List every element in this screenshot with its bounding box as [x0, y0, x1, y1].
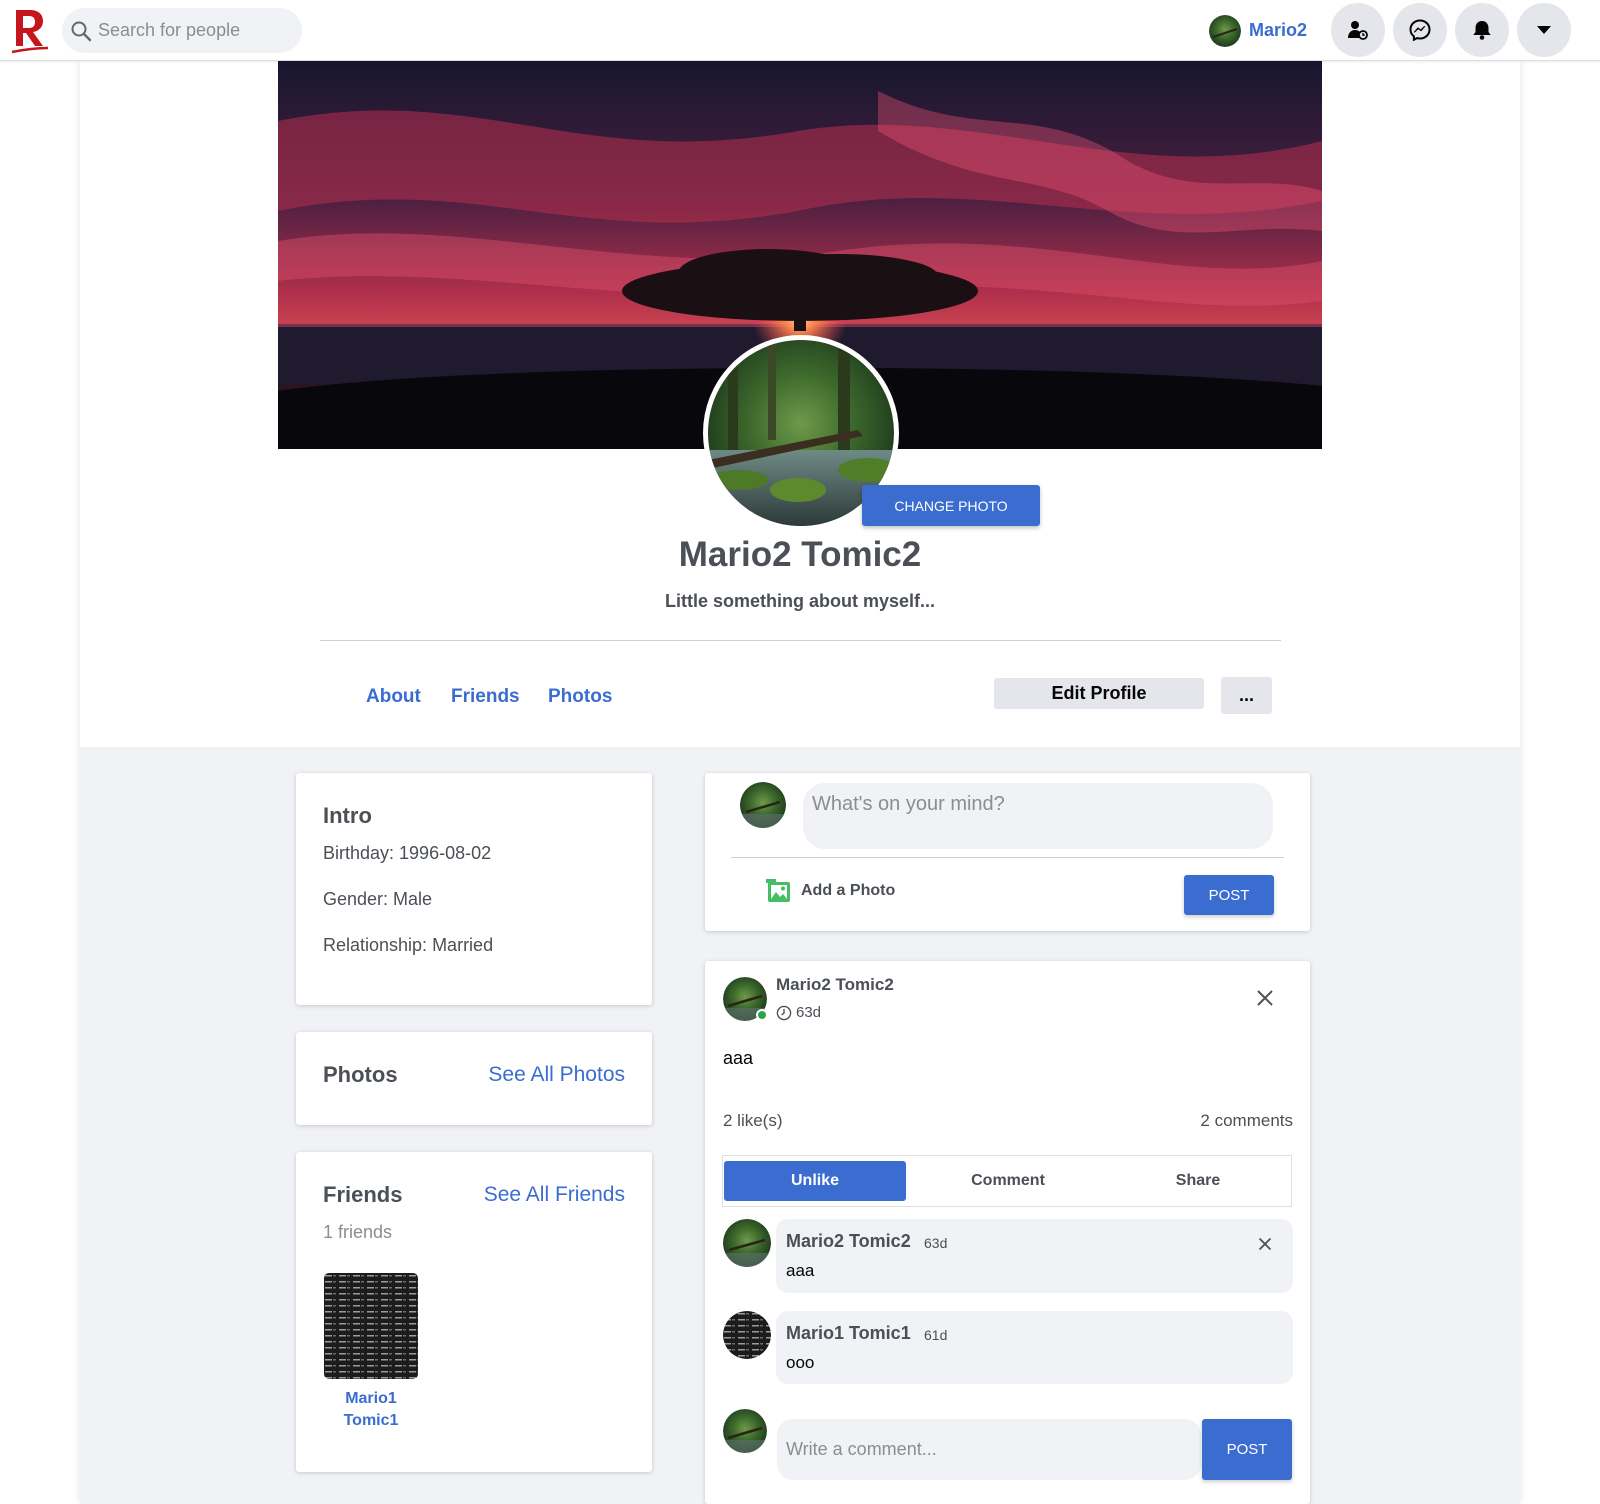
friend-photo[interactable]: [324, 1273, 418, 1379]
search-icon: [71, 21, 92, 41]
comment-author[interactable]: Mario2 Tomic2: [786, 1231, 911, 1252]
post-comments-count[interactable]: 2 comments: [1200, 1111, 1293, 1131]
nav-user-name[interactable]: Mario2: [1249, 20, 1307, 41]
see-all-photos-link[interactable]: See All Photos: [488, 1063, 625, 1087]
comment-bubble: Mario2 Tomic2 63d aaa: [776, 1219, 1293, 1293]
change-photo-button[interactable]: CHANGE PHOTO: [862, 485, 1040, 526]
delete-comment-icon[interactable]: [1258, 1237, 1272, 1251]
clock-icon: [776, 1005, 792, 1020]
intro-gender: Gender: Male: [323, 889, 433, 909]
writer-avatar: [723, 1409, 767, 1453]
tab-friends[interactable]: Friends: [451, 686, 520, 708]
caret-down-icon: [1537, 26, 1551, 34]
top-navbar: Mario2: [0, 0, 1600, 61]
share-button[interactable]: Share: [1103, 1156, 1293, 1206]
close-icon[interactable]: [1256, 989, 1274, 1007]
photos-card: Photos See All Photos: [296, 1032, 652, 1125]
add-photo-label[interactable]: Add a Photo: [801, 882, 895, 900]
unlike-button[interactable]: Unlike: [724, 1161, 906, 1201]
online-status-dot: [756, 1009, 768, 1021]
composer-divider: [731, 857, 1284, 858]
user-avatar: [1209, 14, 1241, 47]
post-timestamp: 63d: [776, 1004, 821, 1021]
notifications-icon: [1473, 21, 1491, 40]
friend-last-name[interactable]: Tomic1: [324, 1410, 418, 1432]
comment-time: 61d: [924, 1327, 948, 1343]
post-composer: Add a Photo POST: [705, 773, 1310, 931]
see-all-friends-link[interactable]: See All Friends: [484, 1183, 625, 1207]
post-card: Mario2 Tomic2 63d aaa 2 like(s) 2 commen…: [705, 961, 1310, 1504]
comment-avatar[interactable]: [723, 1219, 771, 1267]
profile-bio: Little something about myself...: [664, 591, 936, 611]
photo-icon: [766, 879, 790, 902]
comment-author[interactable]: Mario1 Tomic1: [786, 1323, 911, 1344]
comment-avatar[interactable]: [723, 1311, 771, 1359]
profile-page: CHANGE PHOTO Mario2 Tomic2 Little someth…: [80, 61, 1520, 1504]
comment-text: ooo: [786, 1353, 815, 1372]
comment-time: 63d: [924, 1235, 948, 1251]
comment-button[interactable]: Comment: [913, 1156, 1103, 1206]
post-text: aaa: [723, 1048, 754, 1068]
comment-text: aaa: [786, 1261, 815, 1280]
comment-input[interactable]: [777, 1419, 1201, 1480]
friend-first-name[interactable]: Mario1: [324, 1388, 418, 1410]
intro-birthday: Birthday: 1996-08-02: [323, 843, 492, 863]
composer-post-button[interactable]: POST: [1184, 875, 1274, 915]
friend-name-link[interactable]: Mario1 Tomic1: [324, 1388, 418, 1432]
profile-header: CHANGE PHOTO Mario2 Tomic2 Little someth…: [80, 61, 1520, 747]
comment-post-button[interactable]: POST: [1202, 1419, 1292, 1480]
messenger-icon: [1409, 19, 1431, 41]
intro-title: Intro: [323, 803, 372, 828]
friends-title: Friends: [323, 1182, 403, 1207]
notifications-button[interactable]: [1455, 3, 1509, 57]
friends-count: 1 friends: [323, 1222, 393, 1242]
post-actions: Unlike Comment Share: [722, 1155, 1292, 1207]
search-bar[interactable]: [62, 8, 302, 53]
intro-relationship: Relationship: Married: [323, 935, 494, 955]
post-author-name[interactable]: Mario2 Tomic2: [776, 975, 894, 995]
friends-card: Friends See All Friends 1 friends Mario1…: [296, 1152, 652, 1472]
account-menu-button[interactable]: [1517, 3, 1571, 57]
more-options-button[interactable]: ...: [1221, 677, 1272, 714]
search-input[interactable]: [98, 20, 288, 41]
composer-avatar: [740, 782, 786, 828]
nav-profile-link[interactable]: Mario2: [1209, 14, 1307, 47]
messenger-button[interactable]: [1393, 3, 1447, 57]
add-photo-button[interactable]: Add a Photo: [765, 877, 895, 905]
intro-card: Intro Birthday: 1996-08-02 Gender: Male …: [296, 773, 652, 1005]
post-author-avatar[interactable]: [723, 977, 768, 1021]
comment-bubble: Mario1 Tomic1 61d ooo: [776, 1311, 1293, 1384]
friend-requests-icon: [1348, 21, 1368, 40]
post-textarea[interactable]: [803, 783, 1273, 849]
profile-name: Mario2 Tomic2: [678, 535, 922, 574]
brand-logo[interactable]: [10, 6, 50, 54]
edit-profile-button[interactable]: Edit Profile: [994, 678, 1204, 709]
post-likes-count[interactable]: 2 like(s): [723, 1111, 783, 1131]
friend-requests-button[interactable]: [1331, 3, 1385, 57]
tab-photos[interactable]: Photos: [548, 686, 612, 708]
tab-about[interactable]: About: [366, 686, 421, 708]
photos-title: Photos: [323, 1062, 398, 1087]
header-divider: [320, 640, 1281, 641]
post-time: 63d: [796, 1004, 822, 1021]
